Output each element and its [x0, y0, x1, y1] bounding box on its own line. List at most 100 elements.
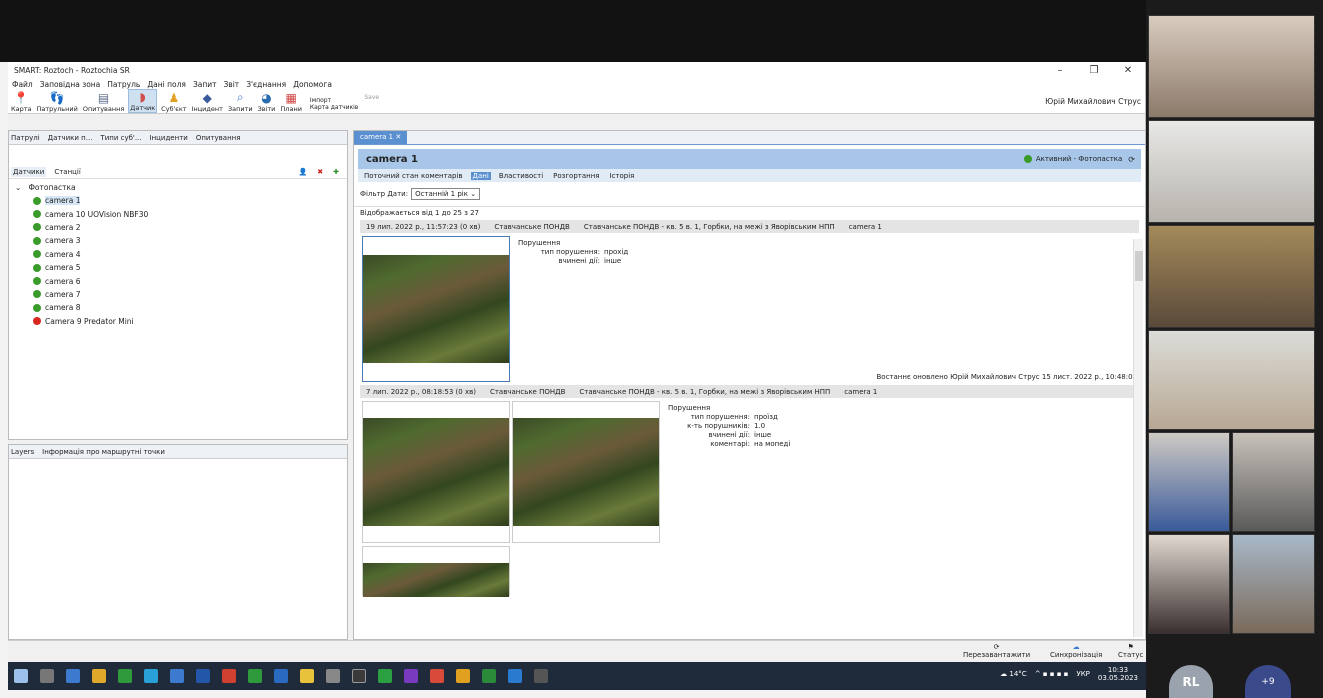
app-icon[interactable] [508, 669, 522, 683]
app-icon[interactable] [92, 669, 106, 683]
toolbar-button-label: Суб'єкт [161, 105, 187, 113]
toolbar-button[interactable]: ◗ Датчик [128, 89, 158, 113]
sync-button[interactable]: ☁ Синхронізація [1050, 643, 1102, 659]
editor-subtab[interactable]: Властивості [497, 172, 545, 180]
app-icon[interactable] [274, 669, 288, 683]
toolbar-button[interactable]: 👣 Патрульний [36, 91, 79, 114]
menu-item[interactable]: Звіт [224, 80, 240, 89]
toolbar-button[interactable]: 📍 Карта [10, 91, 33, 114]
toolbar-button[interactable]: ⌕ Запити [227, 90, 254, 113]
left-tab[interactable]: Датчики п... [48, 134, 93, 142]
sensor-tree-item[interactable]: camera 7 [33, 288, 341, 301]
import-button[interactable]: Імпорт [310, 97, 358, 104]
menu-item[interactable]: Патруль [107, 80, 140, 89]
app-icon[interactable] [404, 669, 418, 683]
participant-video[interactable] [1148, 432, 1230, 532]
app-icon[interactable] [248, 669, 262, 683]
sensor-tree: ⌄ Фотопастка camera 1 camera 10 UOVision … [9, 179, 347, 332]
sensor-tree-item[interactable]: camera 4 [33, 248, 341, 261]
add-sensor-icon[interactable]: 👤 [297, 167, 310, 177]
refresh-icon[interactable]: ⟳ [1128, 155, 1135, 164]
app-icon[interactable] [144, 669, 158, 683]
toolbar-button[interactable]: ▦ Плани [279, 91, 303, 114]
app-icon[interactable] [482, 669, 496, 683]
restore-button[interactable]: ❐ [1077, 65, 1111, 76]
reload-button[interactable]: ⟳ Перезавантажити [963, 643, 1030, 659]
app-icon[interactable] [534, 669, 548, 683]
participant-video[interactable] [1148, 225, 1315, 328]
editor-tab[interactable]: camera 1 ✕ [354, 131, 408, 144]
app-icon[interactable] [300, 669, 314, 683]
entry-header: 19 лип. 2022 р., 11:57:23 (0 хв) Ставчан… [360, 220, 1139, 233]
participant-video[interactable] [1232, 432, 1315, 532]
left-tab[interactable]: Опитування [196, 134, 241, 142]
menu-item[interactable]: Дані поля [147, 80, 186, 89]
minimize-button[interactable]: – [1043, 65, 1077, 76]
menu-item[interactable]: Допомога [293, 80, 332, 89]
toolbar-button-label: Опитування [82, 105, 125, 113]
status-button[interactable]: ⚑ Статус [1118, 643, 1143, 659]
toolbar-button[interactable]: ▤ Опитування [82, 91, 125, 114]
participant-video[interactable] [1148, 534, 1230, 634]
camera-photo[interactable] [512, 401, 660, 543]
left-tab[interactable]: Інциденти [150, 134, 188, 142]
left-tab[interactable]: Патрулі [11, 134, 40, 142]
app-icon[interactable] [196, 669, 210, 683]
sensor-tree-item[interactable]: camera 2 [33, 221, 341, 234]
tab-sensors[interactable]: Датчики [11, 166, 47, 177]
app-icon[interactable] [352, 669, 366, 683]
windows-start-icon[interactable] [14, 669, 28, 683]
toolbar-button[interactable]: ♟ Суб'єкт [160, 91, 187, 114]
app-icon[interactable] [430, 669, 444, 683]
editor-subtab[interactable]: Розгортання [551, 172, 601, 180]
participant-video[interactable] [1148, 120, 1315, 223]
sensors-map-button[interactable]: Карта датчиків [310, 104, 358, 111]
tab-layers[interactable]: Layers [11, 448, 34, 456]
date-filter-select[interactable]: Останній 1 рік ⌄ [411, 188, 481, 200]
participant-video[interactable] [1148, 15, 1315, 118]
add-icon[interactable]: ✚ [331, 167, 341, 177]
participant-video[interactable] [1232, 534, 1315, 634]
app-icon[interactable] [66, 669, 80, 683]
menu-item[interactable]: Заповідна зона [40, 80, 101, 89]
camera-photo[interactable] [362, 236, 510, 382]
close-button[interactable]: ✕ [1111, 65, 1145, 76]
app-icon[interactable] [118, 669, 132, 683]
windows-taskbar: ☁ 14°C ^ ▪ ▪ ▪ ▪ УКР 10:33 03.05.2023 [8, 662, 1146, 690]
sensor-tree-item[interactable]: camera 6 [33, 274, 341, 287]
participant-video[interactable] [1148, 330, 1315, 430]
sensor-tree-item[interactable]: Camera 9 Predator Mini [33, 315, 341, 328]
tab-waypoint-info[interactable]: Інформація про маршрутні точки [42, 448, 165, 456]
app-icon[interactable] [326, 669, 340, 683]
pager-text: Відображається від 1 до 25 з 27 [360, 208, 479, 217]
camera-photo[interactable] [362, 401, 510, 543]
app-icon[interactable] [456, 669, 470, 683]
app-icon[interactable] [378, 669, 392, 683]
sensors-panel: Патрулі Датчики п... Типи суб'... Інциденти… [8, 130, 348, 440]
delete-icon[interactable]: ✖ [315, 167, 325, 177]
left-tab[interactable]: Типи суб'... [100, 134, 141, 142]
sensor-tree-item[interactable]: camera 10 UOVision NBF30 [33, 207, 341, 220]
chevron-down-icon[interactable]: ⌄ [15, 183, 21, 192]
sensor-tree-item[interactable]: camera 8 [33, 301, 341, 314]
toolbar-button[interactable]: ◆ Інцидент [191, 91, 224, 114]
sensor-tree-item[interactable]: camera 1 [33, 194, 341, 207]
sensor-tree-item[interactable]: camera 3 [33, 234, 341, 247]
menu-item[interactable]: З'єднання [246, 80, 286, 89]
task-view-icon[interactable] [40, 669, 54, 683]
menu-item[interactable]: Запит [193, 80, 217, 89]
app-icon[interactable] [222, 669, 236, 683]
sensor-tree-item[interactable]: camera 5 [33, 261, 341, 274]
toolbar-button[interactable]: ◕ Звіти [257, 91, 277, 114]
tab-stations[interactable]: Станції [52, 167, 83, 177]
tree-root[interactable]: ⌄ Фотопастка [15, 183, 341, 192]
camera-photo[interactable] [362, 546, 510, 597]
app-icon[interactable] [170, 669, 184, 683]
editor-subtab[interactable]: Дані [470, 171, 491, 180]
editor-subtab[interactable]: Поточний стан коментарів [362, 172, 465, 180]
language-indicator[interactable]: УКР [1076, 670, 1089, 678]
menu-item[interactable]: Файл [12, 80, 33, 89]
vertical-scrollbar[interactable] [1133, 239, 1143, 637]
save-button[interactable]: Save [364, 94, 379, 101]
editor-subtab[interactable]: Історія [608, 172, 637, 180]
